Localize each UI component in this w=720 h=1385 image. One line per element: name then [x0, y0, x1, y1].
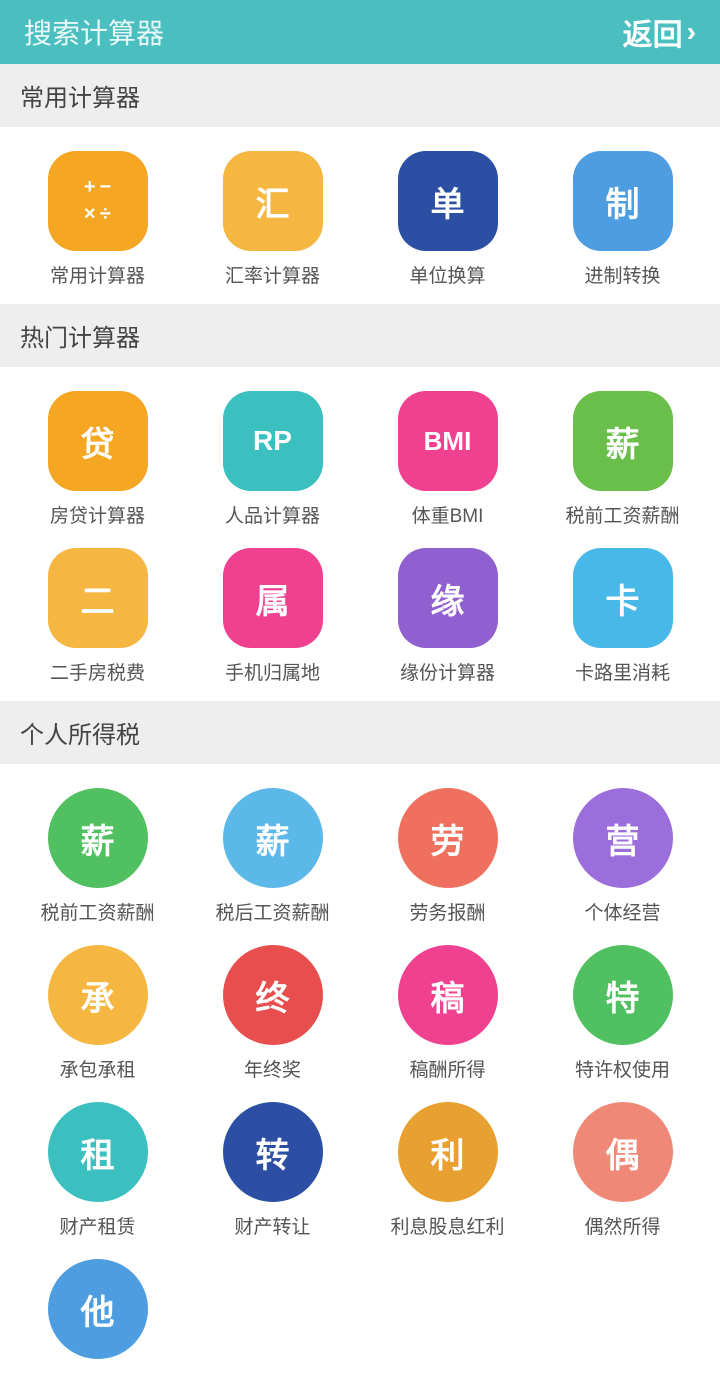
- year-bonus-label: 年终奖: [244, 1055, 301, 1082]
- calorie-label: 卡路里消耗: [575, 658, 670, 685]
- base-convert-label: 进制转换: [584, 261, 660, 288]
- bmi-icon: BMI: [398, 391, 498, 491]
- pretax-salary-label: 税前工资薪酬: [565, 501, 679, 528]
- section-income-tax-header: 个人所得税: [0, 701, 720, 764]
- item-phone-location[interactable]: 属 手机归属地: [185, 548, 360, 685]
- pre-tax-label: 税前工资薪酬: [40, 898, 154, 925]
- common-grid: +− ×÷ 常用计算器 汇 汇率计算器 单 单位换算 制 进制转换: [10, 151, 710, 288]
- pretax-salary-icon: 薪: [573, 391, 673, 491]
- basic-calc-label: 常用计算器: [50, 261, 145, 288]
- item-franchise[interactable]: 特 特许权使用: [535, 945, 710, 1082]
- item-mortgage[interactable]: 贷 房贷计算器: [10, 391, 185, 528]
- labor-icon: 劳: [398, 788, 498, 888]
- basic-calc-icon: +− ×÷: [48, 151, 148, 251]
- item-manuscript[interactable]: 稿 稿酬所得: [360, 945, 535, 1082]
- franchise-label: 特许权使用: [575, 1055, 670, 1082]
- item-fate[interactable]: 缘 缘份计算器: [360, 548, 535, 685]
- back-button[interactable]: 返回 ›: [623, 10, 696, 54]
- interest-label: 利息股息红利: [390, 1212, 504, 1239]
- calorie-icon: 卡: [573, 548, 673, 648]
- section-income-tax-content: 薪 税前工资薪酬 薪 税后工资薪酬 劳 劳务报酬 营 个体经营 承 承包承租 终: [0, 764, 720, 1385]
- phone-location-label: 手机归属地: [225, 658, 320, 685]
- item-self-employed[interactable]: 营 个体经营: [535, 788, 710, 925]
- item-post-tax[interactable]: 薪 税后工资薪酬: [185, 788, 360, 925]
- ops-symbols: +− ×÷: [76, 168, 119, 234]
- unit-convert-icon: 单: [398, 151, 498, 251]
- exchange-rate-label: 汇率计算器: [225, 261, 320, 288]
- labor-label: 劳务报酬: [409, 898, 485, 925]
- secondhand-tax-label: 二手房税费: [50, 658, 145, 685]
- item-transfer[interactable]: 转 财产转让: [185, 1102, 360, 1239]
- section-common-header: 常用计算器: [0, 64, 720, 127]
- back-label: 返回: [623, 10, 683, 54]
- item-occasional[interactable]: 偶 偶然所得: [535, 1102, 710, 1239]
- unit-convert-label: 单位换算: [409, 261, 485, 288]
- other-icon: 他: [48, 1259, 148, 1359]
- item-secondhand-tax[interactable]: 二 二手房税费: [10, 548, 185, 685]
- item-rent[interactable]: 租 财产租赁: [10, 1102, 185, 1239]
- year-bonus-icon: 终: [223, 945, 323, 1045]
- item-basic-calc[interactable]: +− ×÷ 常用计算器: [10, 151, 185, 288]
- section-popular-header: 热门计算器: [0, 304, 720, 367]
- interest-icon: 利: [398, 1102, 498, 1202]
- item-pre-tax[interactable]: 薪 税前工资薪酬: [10, 788, 185, 925]
- item-interest[interactable]: 利 利息股息红利: [360, 1102, 535, 1239]
- section-common: 常用计算器 +− ×÷ 常用计算器 汇 汇率计算器 单 单位换算: [0, 64, 720, 304]
- item-labor[interactable]: 劳 劳务报酬: [360, 788, 535, 925]
- section-income-tax: 个人所得税 薪 税前工资薪酬 薪 税后工资薪酬 劳 劳务报酬 营 个体经营 承 …: [0, 701, 720, 1385]
- item-contract[interactable]: 承 承包承租: [10, 945, 185, 1082]
- app-header: 搜索计算器 返回 ›: [0, 0, 720, 64]
- section-common-content: +− ×÷ 常用计算器 汇 汇率计算器 单 单位换算 制 进制转换: [0, 127, 720, 304]
- fate-label: 缘份计算器: [400, 658, 495, 685]
- self-employed-label: 个体经营: [584, 898, 660, 925]
- secondhand-tax-icon: 二: [48, 548, 148, 648]
- pre-tax-icon: 薪: [48, 788, 148, 888]
- item-exchange-rate[interactable]: 汇 汇率计算器: [185, 151, 360, 288]
- item-bmi[interactable]: BMI 体重BMI: [360, 391, 535, 528]
- transfer-label: 财产转让: [234, 1212, 310, 1239]
- personality-label: 人品计算器: [225, 501, 320, 528]
- post-tax-icon: 薪: [223, 788, 323, 888]
- bmi-label: 体重BMI: [412, 501, 484, 528]
- post-tax-label: 税后工资薪酬: [215, 898, 329, 925]
- rent-icon: 租: [48, 1102, 148, 1202]
- item-unit-convert[interactable]: 单 单位换算: [360, 151, 535, 288]
- item-other[interactable]: 他: [10, 1259, 185, 1369]
- occasional-label: 偶然所得: [584, 1212, 660, 1239]
- contract-icon: 承: [48, 945, 148, 1045]
- header-title: 搜索计算器: [24, 12, 164, 52]
- mortgage-label: 房贷计算器: [50, 501, 145, 528]
- personality-icon: RP: [223, 391, 323, 491]
- section-popular: 热门计算器 贷 房贷计算器 RP 人品计算器 BMI 体重BMI 薪 税前工资薪…: [0, 304, 720, 701]
- fate-icon: 缘: [398, 548, 498, 648]
- manuscript-label: 稿酬所得: [409, 1055, 485, 1082]
- popular-grid: 贷 房贷计算器 RP 人品计算器 BMI 体重BMI 薪 税前工资薪酬 二 二手…: [10, 391, 710, 685]
- item-year-bonus[interactable]: 终 年终奖: [185, 945, 360, 1082]
- item-base-convert[interactable]: 制 进制转换: [535, 151, 710, 288]
- income-tax-grid: 薪 税前工资薪酬 薪 税后工资薪酬 劳 劳务报酬 营 个体经营 承 承包承租 终: [10, 788, 710, 1369]
- manuscript-icon: 稿: [398, 945, 498, 1045]
- occasional-icon: 偶: [573, 1102, 673, 1202]
- contract-label: 承包承租: [59, 1055, 135, 1082]
- base-convert-icon: 制: [573, 151, 673, 251]
- self-employed-icon: 营: [573, 788, 673, 888]
- mortgage-icon: 贷: [48, 391, 148, 491]
- exchange-rate-icon: 汇: [223, 151, 323, 251]
- item-calorie[interactable]: 卡 卡路里消耗: [535, 548, 710, 685]
- franchise-icon: 特: [573, 945, 673, 1045]
- phone-location-icon: 属: [223, 548, 323, 648]
- item-personality[interactable]: RP 人品计算器: [185, 391, 360, 528]
- transfer-icon: 转: [223, 1102, 323, 1202]
- rent-label: 财产租赁: [59, 1212, 135, 1239]
- back-chevron-icon: ›: [687, 16, 696, 48]
- item-pretax-salary[interactable]: 薪 税前工资薪酬: [535, 391, 710, 528]
- section-popular-content: 贷 房贷计算器 RP 人品计算器 BMI 体重BMI 薪 税前工资薪酬 二 二手…: [0, 367, 720, 701]
